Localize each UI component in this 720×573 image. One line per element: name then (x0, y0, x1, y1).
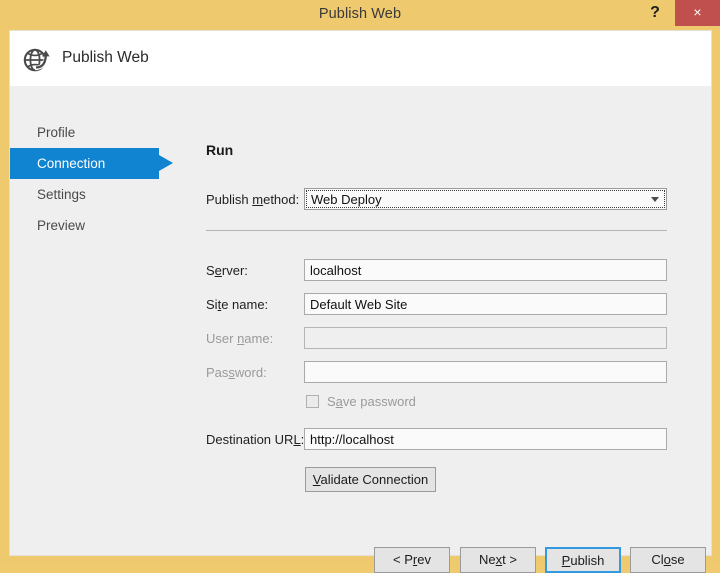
save-password-checkbox[interactable] (306, 395, 319, 408)
site-name-input[interactable] (304, 293, 667, 315)
sidebar-item-label: Connection (37, 156, 106, 171)
close-dialog-button[interactable]: Close (630, 547, 706, 573)
globe-publish-icon (21, 43, 53, 75)
user-name-label: User name: (206, 331, 274, 346)
server-input[interactable] (304, 259, 667, 281)
close-window-button[interactable]: × (675, 0, 720, 26)
help-button[interactable]: ? (640, 0, 670, 26)
selected-step-pointer-icon (159, 155, 173, 171)
user-name-input[interactable] (304, 327, 667, 349)
dialog-header-title: Publish Web (62, 49, 149, 66)
sidebar-item-label: Preview (37, 218, 86, 233)
publish-method-label: Publish method: (206, 192, 300, 207)
destination-url-input[interactable] (304, 428, 667, 450)
publish-method-value: Web Deploy (311, 192, 382, 207)
sidebar-item-connection[interactable]: Connection (10, 148, 173, 179)
password-label: Password: (206, 365, 267, 380)
publish-button[interactable]: Publish (545, 547, 621, 573)
validate-connection-button[interactable]: Validate Connection (305, 467, 436, 492)
password-input[interactable] (304, 361, 667, 383)
sidebar-item-preview[interactable]: Preview (10, 210, 175, 241)
dialog-client-area: Publish Web Profile Connection Settings … (9, 30, 712, 573)
next-button[interactable]: Next > (460, 547, 536, 573)
sidebar-item-settings[interactable]: Settings (10, 179, 175, 210)
chevron-down-icon (651, 197, 659, 202)
section-divider (206, 230, 667, 231)
destination-url-label: Destination URL: (206, 432, 305, 447)
server-label: Server: (206, 263, 248, 278)
dialog-header: Publish Web (10, 31, 711, 86)
wizard-step-list: Profile Connection Settings Preview (10, 117, 175, 241)
publish-web-dialog: Publish Web ? × Publish Web Profile Conn… (0, 0, 720, 573)
window-title: Publish Web (318, 6, 402, 22)
sidebar-item-label: Settings (37, 187, 86, 202)
prev-button[interactable]: < Prev (374, 547, 450, 573)
sidebar-item-label: Profile (37, 125, 76, 140)
section-heading-run: Run (206, 142, 234, 158)
save-password-label: Save password (327, 394, 416, 409)
sidebar-item-profile[interactable]: Profile (10, 117, 175, 148)
close-icon: × (693, 4, 702, 20)
title-bar: Publish Web ? × (0, 0, 720, 30)
publish-method-select[interactable]: Web Deploy (304, 188, 667, 210)
site-name-label: Site name: (206, 297, 269, 312)
